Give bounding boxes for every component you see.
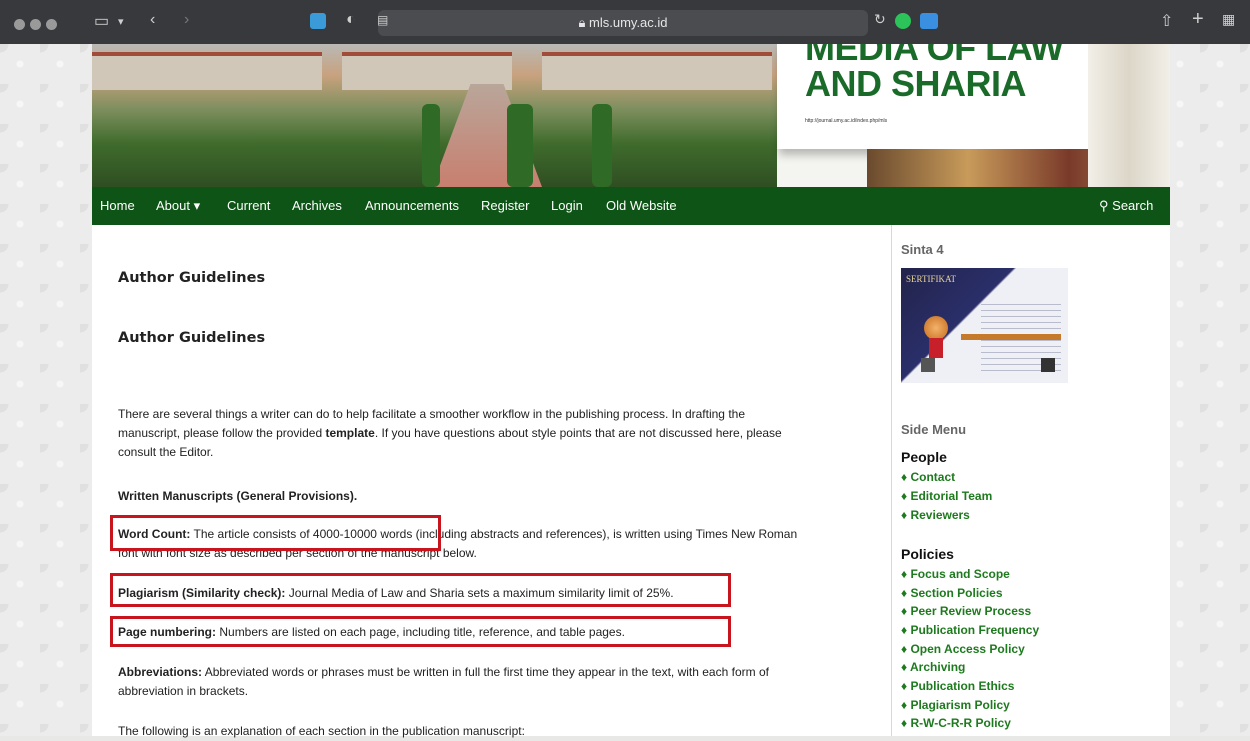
extension-icon[interactable] xyxy=(310,13,326,29)
nav-search[interactable]: ⚲ Search xyxy=(1099,187,1153,225)
diamond-icon: ♦ xyxy=(901,489,908,503)
sidebar-link-archiving[interactable]: ♦ Archiving xyxy=(901,660,965,674)
nav-current[interactable]: Current xyxy=(227,187,270,225)
journal-title: MEDIA OF LAW AND SHARIA xyxy=(805,44,1064,104)
diamond-icon: ♦ xyxy=(901,586,908,600)
journal-banner: MEDIA OF LAW AND SHARIA http://journal.u… xyxy=(92,44,1170,187)
sidebar-link-contact[interactable]: ♦ Contact xyxy=(901,470,955,484)
sidebar-link-reviewers[interactable]: ♦ Reviewers xyxy=(901,508,970,522)
new-tab-icon[interactable]: + xyxy=(1192,8,1204,31)
diamond-icon: ♦ xyxy=(901,716,908,730)
sidebar-link-publication-ethics[interactable]: ♦ Publication Ethics xyxy=(901,679,1014,693)
diamond-icon: ♦ xyxy=(901,567,908,581)
sidebar-toggle-icon[interactable]: ▭ xyxy=(94,11,109,31)
highlight-word-count xyxy=(110,515,441,551)
highlight-plagiarism xyxy=(110,573,731,607)
diamond-icon: ♦ xyxy=(901,698,908,712)
diamond-icon: ♦ xyxy=(901,508,908,522)
privacy-shield-icon[interactable]: ◐ xyxy=(346,11,356,29)
sidebar-link-section-policies[interactable]: ♦ Section Policies xyxy=(901,586,1003,600)
nav-login[interactable]: Login xyxy=(551,187,583,225)
url-text: mls.umy.ac.id xyxy=(589,15,668,30)
lock-icon: 🔒︎ xyxy=(578,15,586,30)
people-heading: People xyxy=(901,449,947,465)
browser-toolbar: ▭ ▾ ‹ › ◐ 🔒︎ mls.umy.ac.id ▤ ↻ ⇧ + ▦ xyxy=(0,0,1250,44)
sinta-heading: Sinta 4 xyxy=(901,242,944,257)
sidebar-link-publication-frequency[interactable]: ♦ Publication Frequency xyxy=(901,623,1039,637)
diamond-icon: ♦ xyxy=(901,604,908,618)
section-title: Author Guidelines xyxy=(118,330,266,346)
reload-icon[interactable]: ↻ xyxy=(874,11,886,28)
sidebar-link-open-access[interactable]: ♦ Open Access Policy xyxy=(901,642,1025,656)
forward-icon[interactable]: › xyxy=(184,11,189,29)
diamond-icon: ♦ xyxy=(901,642,908,656)
sidebar-link-plagiarism-policy[interactable]: ♦ Plagiarism Policy xyxy=(901,698,1010,712)
reader-icon[interactable]: ▤ xyxy=(377,13,388,27)
journal-url: http://journal.umy.ac.id/index.php/mls xyxy=(805,118,888,124)
policies-heading: Policies xyxy=(901,546,954,562)
main-nav: Home About ▾ Current Archives Announceme… xyxy=(92,187,1170,225)
sinta-certificate[interactable]: SERTIFIKAT xyxy=(901,268,1068,383)
intro-paragraph: There are several things a writer can do… xyxy=(118,407,782,459)
nav-home[interactable]: Home xyxy=(100,187,135,225)
sidebar-link-focus-scope[interactable]: ♦ Focus and Scope xyxy=(901,567,1010,581)
diamond-icon: ♦ xyxy=(901,470,908,484)
abbreviations-paragraph: Abbreviations: Abbreviated words or phra… xyxy=(118,665,769,698)
nav-old-website[interactable]: Old Website xyxy=(606,187,677,225)
back-icon[interactable]: ‹ xyxy=(150,11,155,29)
nav-announcements[interactable]: Announcements xyxy=(365,187,459,225)
qr-code-icon xyxy=(1041,358,1055,372)
diamond-icon: ♦ xyxy=(901,623,908,637)
nav-about[interactable]: About ▾ xyxy=(156,187,200,225)
side-menu-heading: Side Menu xyxy=(901,422,967,437)
sidebar-divider xyxy=(891,225,892,736)
following-paragraph: The following is an explanation of each … xyxy=(118,724,525,738)
diamond-icon: ♦ xyxy=(901,679,908,693)
chevron-down-icon[interactable]: ▾ xyxy=(118,15,124,28)
medal-icon xyxy=(924,316,948,340)
qr-code-icon xyxy=(921,358,935,372)
window-controls[interactable] xyxy=(14,17,62,35)
search-icon: ⚲ xyxy=(1099,198,1109,213)
written-manuscripts-heading: Written Manuscripts (General Provisions)… xyxy=(118,489,358,503)
nav-register[interactable]: Register xyxy=(481,187,529,225)
campus-photo xyxy=(92,44,777,187)
nav-archives[interactable]: Archives xyxy=(292,187,342,225)
tab-overview-icon[interactable]: ▦ xyxy=(1222,11,1235,28)
highlight-page-numbering xyxy=(110,616,731,647)
extension-m-icon[interactable] xyxy=(920,13,938,29)
grammarly-icon[interactable] xyxy=(895,13,911,29)
share-icon[interactable]: ⇧ xyxy=(1160,11,1173,31)
template-link[interactable]: template xyxy=(325,426,374,440)
address-bar[interactable]: 🔒︎ mls.umy.ac.id xyxy=(378,10,868,36)
sidebar-link-rwcrr-policy[interactable]: ♦ R-W-C-R-R Policy xyxy=(901,716,1011,730)
diamond-icon: ♦ xyxy=(901,660,908,674)
sidebar-link-editorial-team[interactable]: ♦ Editorial Team xyxy=(901,489,992,503)
page-title: Author Guidelines xyxy=(118,270,266,286)
sidebar-link-peer-review[interactable]: ♦ Peer Review Process xyxy=(901,604,1031,618)
decorative-pillar xyxy=(1088,44,1170,187)
